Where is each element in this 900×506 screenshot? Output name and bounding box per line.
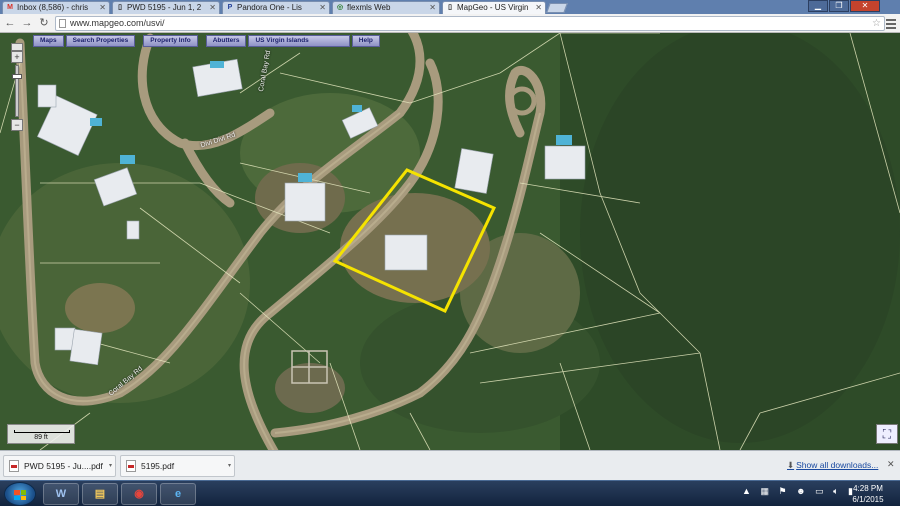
download-item[interactable]: PWD 5195 - Ju....pdf ▾ [3,455,116,477]
tab-label: flexmls Web [347,3,391,12]
flag-icon[interactable]: ⚑ [778,486,786,496]
minimize-button[interactable]: ▁ [808,0,828,12]
system-tray: ▲ ▦ ⚑ ☻ ▭ 🔈︎ ▮ [742,486,860,497]
close-icon[interactable]: ✕ [209,3,216,12]
show-hidden-icons[interactable]: ▲ [742,486,751,496]
zoom-out-button[interactable]: − [11,119,23,131]
tab-pandora[interactable]: P Pandora One - Lis ✕ [222,1,330,14]
tab-pwd[interactable]: ▯ PWD 5195 - Jun 1, 2 ✕ [112,1,220,14]
aerial-map [0,33,900,450]
pdf-icon [9,460,19,472]
reload-icon[interactable]: ↻ [37,16,51,30]
back-icon[interactable]: ← [3,16,17,30]
address-bar[interactable]: www.mapgeo.com/usvi/ ☆ [55,16,885,31]
scale-label: 89 ft [34,434,48,441]
explorer-folder-icon[interactable]: ▤ [82,483,118,505]
gmail-icon: M [7,4,13,11]
toolbar: ← → ↻ www.mapgeo.com/usvi/ ☆ [0,14,900,33]
taskbar: W ▤ ◉ e ▲ ▦ ⚑ ☻ ▭ 🔈︎ ▮ 4:28 PM 6/1/2015 [0,480,900,506]
chevron-down-icon[interactable]: ▾ [228,456,231,476]
menu-maps[interactable]: Maps [33,35,64,47]
windows-logo-icon [14,490,26,500]
chrome-menu-icon[interactable] [886,17,896,29]
download-arrow-icon: ⬇ [787,460,795,470]
word-icon[interactable]: W [43,483,79,505]
volume-icon[interactable]: 🔈︎ [833,486,838,496]
tab-label: Inbox (8,586) - chris [17,3,89,12]
ie-icon[interactable]: e [160,483,196,505]
menu-help[interactable]: Help [351,35,380,47]
network-icon[interactable]: ▦ [760,486,769,496]
close-shelf-button[interactable]: ✕ [887,459,895,470]
download-item[interactable]: 5195.pdf ▾ [120,455,235,477]
flexmls-icon: ◎ [336,4,344,11]
page-icon [59,19,66,28]
close-window-button[interactable]: ✕ [850,0,880,12]
document-icon: ▯ [448,4,452,11]
menu-search-properties[interactable]: Search Properties [65,35,136,47]
menu-us-virgin-islands[interactable]: US Virgin Islands [248,35,350,47]
zoom-slider[interactable] [12,65,22,117]
close-icon[interactable]: ✕ [429,3,436,12]
tab-inbox[interactable]: M Inbox (8,586) - chris ✕ [2,1,110,14]
clock-time: 4:28 PM [853,484,883,493]
download-filename: PWD 5195 - Ju....pdf [24,461,103,471]
tab-label: PWD 5195 - Jun 1, 2 [127,3,202,12]
menu-abutters[interactable]: Abutters [205,35,247,47]
show-all-downloads-link[interactable]: ⬇ Show all downloads... [787,460,878,471]
maximize-button[interactable]: ❐ [829,0,849,12]
document-icon: ▯ [118,4,122,11]
zoom-in-button[interactable]: + [11,51,23,63]
download-filename: 5195.pdf [141,461,175,471]
streetview-icon[interactable]: ⛶ [876,424,898,444]
downloads-shelf: PWD 5195 - Ju....pdf ▾ 5195.pdf ▾ ⬇ Show … [0,450,900,480]
menu-property-info[interactable]: Property Info [143,35,198,47]
map-scale: 89 ft [7,424,75,444]
close-icon[interactable]: ✕ [319,3,326,12]
tab-flexmls[interactable]: ◎ flexmls Web ✕ [332,1,440,14]
scale-bar [14,430,70,433]
clock[interactable]: 4:28 PM 6/1/2015 [846,483,890,505]
zoom-control: + − [11,43,23,131]
zoom-slider-thumb[interactable] [12,74,22,79]
map-menu-bar: Maps Search Properties Property Info Abu… [33,35,382,47]
url-text: www.mapgeo.com/usvi/ [70,18,165,28]
forward-icon[interactable]: → [20,16,34,30]
pandora-icon: P [227,4,233,11]
new-tab-button[interactable] [546,3,568,13]
chevron-down-icon[interactable]: ▾ [109,456,112,476]
tab-mapgeo[interactable]: ▯ MapGeo - US Virgin ✕ [442,1,546,14]
start-button[interactable] [4,482,36,506]
close-icon[interactable]: ✕ [535,3,542,12]
tab-label: MapGeo - US Virgin [457,3,529,12]
app-tray-icon[interactable]: ☻ [796,486,805,496]
close-icon[interactable]: ✕ [99,3,106,12]
clock-date: 6/1/2015 [852,495,884,504]
tab-bar: M Inbox (8,586) - chris ✕ ▯ PWD 5195 - J… [0,0,900,14]
bookmark-star-icon[interactable]: ☆ [872,17,881,30]
show-all-label: Show all downloads... [796,460,879,470]
chrome-icon[interactable]: ◉ [121,483,157,505]
pdf-icon [126,460,136,472]
tab-label: Pandora One - Lis [237,3,302,12]
pan-control[interactable] [11,43,23,51]
monitor-icon[interactable]: ▭ [815,486,824,496]
map-viewport[interactable]: Coral Bay Rd Coral Bay Rd Divi Divi Rd [0,33,900,450]
